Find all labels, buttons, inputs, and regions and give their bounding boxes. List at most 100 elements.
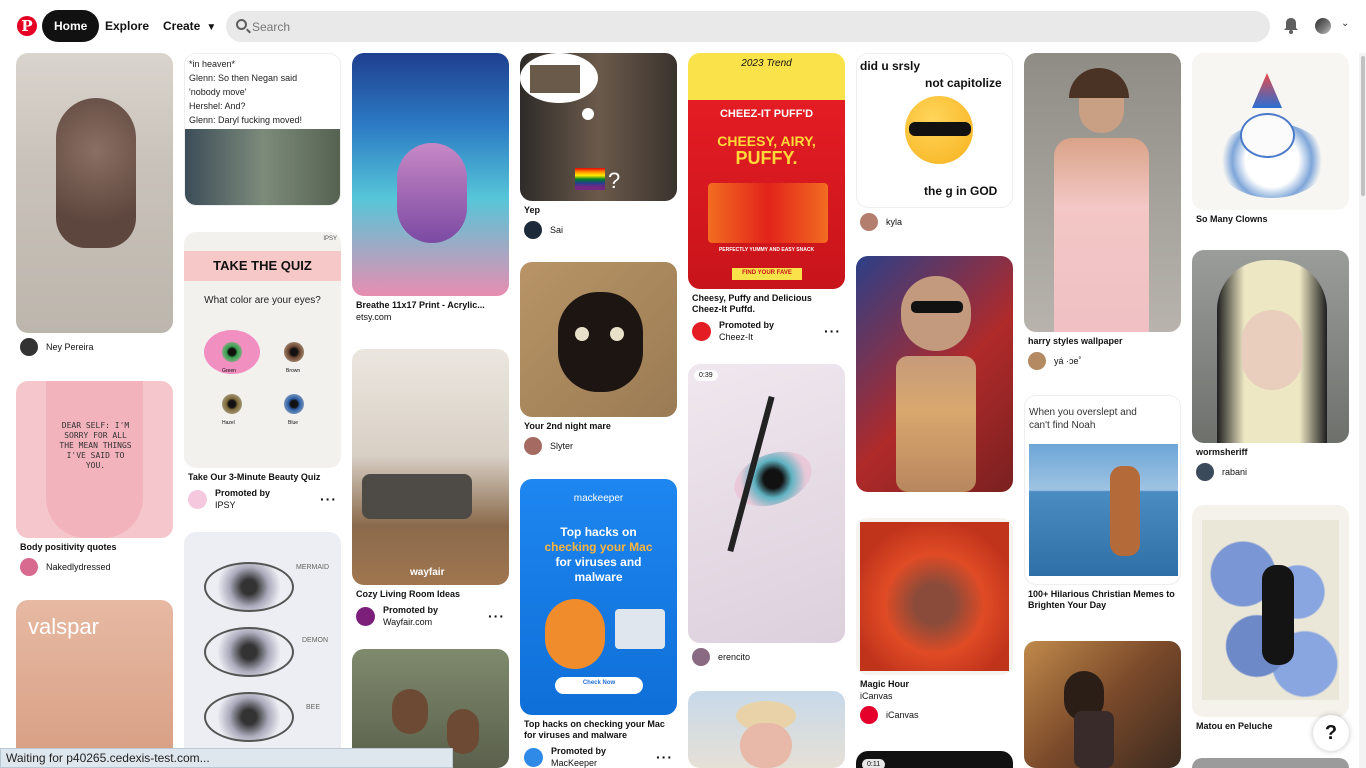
more-options-icon[interactable]: ··· (656, 750, 673, 764)
pin-title: wormsheriff (1196, 447, 1248, 457)
meme-line: Hershel: And? (189, 101, 246, 111)
pin-author[interactable]: Nakedlydressed (20, 557, 169, 577)
promoted-by[interactable]: Promoted by MacKeeper ··· (524, 745, 673, 768)
ad-headline: PUFFY. (735, 148, 798, 168)
promoted-by[interactable]: Promoted by Cheez-It ··· (692, 319, 841, 343)
pin-image[interactable]: ? (520, 53, 677, 201)
pin-card[interactable]: Magic Hour iCanvas iCanvas (856, 518, 1013, 725)
pin-card[interactable]: IPSY TAKE THE QUIZ What color are your e… (184, 232, 341, 511)
ad-cta-button[interactable]: FIND YOUR FAVE (732, 270, 802, 276)
promoted-by[interactable]: Promoted by IPSY ··· (188, 487, 337, 511)
pin-card[interactable]: 0:11 (856, 751, 1013, 768)
pin-card[interactable]: wayfair Cozy Living Room Ideas Promoted … (352, 349, 509, 628)
pin-image[interactable] (520, 262, 677, 417)
author-name: kyla (886, 217, 903, 227)
more-options-icon[interactable]: ··· (824, 324, 841, 338)
account-chevron-down-icon[interactable]: ⌄ (1341, 18, 1349, 29)
pin-image[interactable]: valspar (16, 600, 173, 768)
author-name: iCanvas (886, 710, 919, 720)
pin-card[interactable]: Matou en Peluche (1192, 505, 1349, 732)
help-button[interactable]: ? (1313, 715, 1349, 751)
pin-image[interactable] (688, 691, 845, 768)
pin-card[interactable]: Ney Pereira (16, 53, 173, 357)
pin-image[interactable] (1024, 641, 1181, 768)
pin-card[interactable] (856, 256, 1013, 492)
pin-author[interactable]: yá ·ɔe˚ (1028, 351, 1177, 371)
pin-image[interactable]: IPSY TAKE THE QUIZ What color are your e… (184, 232, 341, 468)
pin-card[interactable] (1024, 641, 1181, 768)
pin-card[interactable]: Your 2nd night mare Slyter (520, 262, 677, 456)
pin-author[interactable]: Slyter (524, 436, 673, 456)
pin-image[interactable]: 0:39 (688, 364, 845, 643)
pin-card[interactable] (1192, 758, 1349, 768)
pin-card[interactable]: harry styles wallpaper yá ·ɔe˚ (1024, 53, 1181, 371)
pin-card[interactable]: So Many Clowns (1192, 53, 1349, 225)
pin-card[interactable]: MERMAID DEMON BEE (184, 532, 341, 768)
pin-title: Breathe 11x17 Print - Acrylic... (356, 300, 485, 310)
pin-image[interactable]: DEAR SELF: I'M SORRY FOR ALL THE MEAN TH… (16, 381, 173, 538)
nav-explore-link[interactable]: Explore (105, 10, 149, 42)
pin-image[interactable]: did u srsly not capitolize the g in GOD (856, 53, 1013, 208)
brand-label: CHEEZ-IT PUFF'D (719, 108, 814, 120)
pin-author[interactable]: rabani (1196, 462, 1345, 482)
pin-image[interactable] (1024, 53, 1181, 332)
chevron-down-icon: ▼ (206, 22, 217, 33)
pin-card[interactable]: ? Yep Sai (520, 53, 677, 240)
pin-image[interactable]: mackeeper Top hacks on checking your Mac… (520, 479, 677, 715)
pin-author[interactable]: kyla (860, 212, 1009, 232)
profile-avatar[interactable] (1315, 18, 1331, 34)
pin-image[interactable]: wayfair (352, 349, 509, 585)
more-options-icon[interactable]: ··· (488, 609, 505, 623)
meme-line: Glenn: Daryl fucking moved! (189, 115, 303, 125)
search-bar[interactable] (226, 11, 1270, 42)
promoted-by[interactable]: Promoted by Wayfair.com ··· (356, 604, 505, 628)
pin-source[interactable]: etsy.com (356, 312, 505, 322)
pin-title: So Many Clowns (1196, 214, 1268, 224)
ad-cta-button[interactable]: Check Now (555, 680, 643, 686)
pin-image[interactable]: 2023 Trend CHEEZ-IT PUFF'D CHEESY, AIRY,… (688, 53, 845, 289)
pin-card[interactable]: Breathe 11x17 Print - Acrylic... etsy.co… (352, 53, 509, 322)
meme-line: *in heaven* (189, 59, 236, 69)
pin-image[interactable]: 0:11 (856, 751, 1013, 768)
pin-source[interactable]: iCanvas (860, 691, 1009, 701)
pin-image[interactable] (1192, 250, 1349, 443)
pin-author[interactable]: Ney Pereira (20, 337, 169, 357)
pin-card[interactable]: 0:39 erencito (688, 364, 845, 667)
advertiser-avatar (356, 606, 375, 626)
pin-card[interactable]: mackeeper Top hacks on checking your Mac… (520, 479, 677, 768)
pin-card[interactable]: 2023 Trend CHEEZ-IT PUFF'D CHEESY, AIRY,… (688, 53, 845, 343)
meme-line: can't find Noah (1029, 420, 1096, 431)
pin-card[interactable]: valspar (16, 600, 173, 768)
pin-image[interactable] (352, 53, 509, 296)
pin-author[interactable]: Sai (524, 220, 673, 240)
pin-card[interactable]: did u srsly not capitolize the g in GOD … (856, 53, 1013, 232)
pin-image[interactable] (856, 256, 1013, 492)
pin-title: harry styles wallpaper (1028, 336, 1123, 346)
pin-image[interactable] (1192, 505, 1349, 717)
pin-card[interactable] (688, 691, 845, 768)
pin-image[interactable] (16, 53, 173, 333)
pin-author[interactable]: iCanvas (860, 705, 1009, 725)
pin-card[interactable]: *in heaven* Glenn: So then Negan said 'n… (184, 53, 341, 206)
search-icon (236, 19, 247, 30)
search-input[interactable] (252, 11, 1252, 42)
nav-home-button[interactable]: Home (42, 10, 100, 42)
pinterest-logo-icon[interactable]: P (17, 16, 37, 36)
notifications-bell-icon[interactable] (1284, 18, 1298, 34)
meme-line: not capitolize (925, 76, 1002, 90)
pin-author[interactable]: erencito (692, 647, 841, 667)
more-options-icon[interactable]: ··· (320, 492, 337, 506)
pin-image[interactable] (1192, 758, 1349, 768)
pin-card[interactable]: DEAR SELF: I'M SORRY FOR ALL THE MEAN TH… (16, 381, 173, 577)
pin-card[interactable]: When you overslept and can't find Noah 1… (1024, 395, 1181, 611)
pin-image[interactable]: MERMAID DEMON BEE (184, 532, 341, 768)
ad-headline: for viruses and (555, 555, 642, 569)
pin-image[interactable] (856, 518, 1013, 675)
author-name: rabani (1222, 467, 1248, 477)
pin-image[interactable]: When you overslept and can't find Noah (1024, 395, 1181, 585)
nav-create-dropdown[interactable]: Create ▼ (163, 10, 216, 42)
page-scrollbar-thumb[interactable] (1361, 56, 1365, 196)
pin-card[interactable]: wormsheriff rabani (1192, 250, 1349, 482)
pin-image[interactable]: *in heaven* Glenn: So then Negan said 'n… (184, 53, 341, 206)
pin-image[interactable] (1192, 53, 1349, 210)
